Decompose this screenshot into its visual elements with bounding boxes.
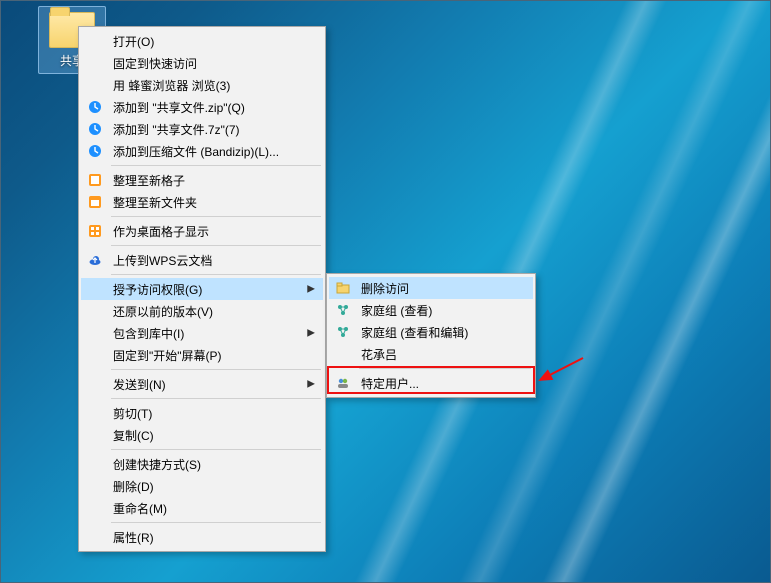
archive-icon xyxy=(87,143,103,159)
submenu-arrow-icon: ▶ xyxy=(307,328,315,339)
menu-grant-access[interactable]: 授予访问权限(G) ▶ xyxy=(81,278,323,300)
network-icon xyxy=(335,324,351,340)
menu-pin-quick-access[interactable]: 固定到快速访问 xyxy=(81,52,323,74)
menu-properties-label: 属性(R) xyxy=(113,529,154,546)
menu-add-zip[interactable]: 添加到 "共享文件.zip"(Q) xyxy=(81,96,323,118)
menu-tidy-folder[interactable]: 整理至新文件夹 xyxy=(81,191,323,213)
menu-restore-versions-label: 还原以前的版本(V) xyxy=(113,303,213,320)
menu-add-7z[interactable]: 添加到 "共享文件.7z"(7) xyxy=(81,118,323,140)
submenu-homegroup-edit-label: 家庭组 (查看和编辑) xyxy=(361,324,468,341)
context-menu: 打开(O) 固定到快速访问 用 蜂蜜浏览器 浏览(3) 添加到 "共享文件.zi… xyxy=(78,26,326,552)
network-icon xyxy=(335,302,351,318)
fences-icon xyxy=(87,172,103,188)
menu-show-as-grid[interactable]: 作为桌面格子显示 xyxy=(81,220,323,242)
menu-create-shortcut[interactable]: 创建快捷方式(S) xyxy=(81,453,323,475)
menu-add-7z-label: 添加到 "共享文件.7z"(7) xyxy=(113,121,240,138)
menu-pin-quick-access-label: 固定到快速访问 xyxy=(113,55,197,72)
menu-restore-versions[interactable]: 还原以前的版本(V) xyxy=(81,300,323,322)
menu-cut-label: 剪切(T) xyxy=(113,405,152,422)
menu-separator xyxy=(111,274,321,275)
menu-separator xyxy=(111,398,321,399)
fences-grid-icon xyxy=(87,223,103,239)
submenu-remove-access-label: 删除访问 xyxy=(361,280,409,297)
menu-delete-label: 删除(D) xyxy=(113,478,154,495)
submenu-homegroup-view-label: 家庭组 (查看) xyxy=(361,302,432,319)
submenu-homegroup-view[interactable]: 家庭组 (查看) xyxy=(329,299,533,321)
submenu-remove-access[interactable]: 删除访问 xyxy=(329,277,533,299)
menu-rename[interactable]: 重命名(M) xyxy=(81,497,323,519)
menu-separator xyxy=(359,368,531,369)
menu-separator xyxy=(111,522,321,523)
menu-delete[interactable]: 删除(D) xyxy=(81,475,323,497)
menu-add-bandizip-label: 添加到压缩文件 (Bandizip)(L)... xyxy=(113,143,279,160)
submenu-arrow-icon: ▶ xyxy=(307,379,315,390)
menu-separator xyxy=(111,245,321,246)
menu-tidy-grid[interactable]: 整理至新格子 xyxy=(81,169,323,191)
menu-tidy-folder-label: 整理至新文件夹 xyxy=(113,194,197,211)
share-folder-icon xyxy=(335,280,351,296)
menu-browse-with[interactable]: 用 蜂蜜浏览器 浏览(3) xyxy=(81,74,323,96)
submenu-specific-users-label: 特定用户... xyxy=(361,375,419,392)
menu-separator xyxy=(111,216,321,217)
menu-copy-label: 复制(C) xyxy=(113,427,154,444)
wps-cloud-icon xyxy=(87,252,103,268)
menu-open[interactable]: 打开(O) xyxy=(81,30,323,52)
menu-properties[interactable]: 属性(R) xyxy=(81,526,323,548)
menu-separator xyxy=(111,165,321,166)
menu-send-to[interactable]: 发送到(N) ▶ xyxy=(81,373,323,395)
submenu-user-huachenglv[interactable]: 花承吕 xyxy=(329,343,533,365)
archive-icon xyxy=(87,99,103,115)
grant-access-submenu: 删除访问 家庭组 (查看) 家庭组 (查看和编辑) 花承吕 特定用户... xyxy=(326,273,536,398)
fences-folder-icon xyxy=(87,194,103,210)
menu-include-in-library[interactable]: 包含到库中(I) ▶ xyxy=(81,322,323,344)
menu-tidy-grid-label: 整理至新格子 xyxy=(113,172,185,189)
menu-grant-access-label: 授予访问权限(G) xyxy=(113,281,202,298)
users-icon xyxy=(335,375,351,391)
submenu-homegroup-edit[interactable]: 家庭组 (查看和编辑) xyxy=(329,321,533,343)
submenu-arrow-icon: ▶ xyxy=(307,284,315,295)
menu-pin-start-label: 固定到"开始"屏幕(P) xyxy=(113,347,222,364)
menu-rename-label: 重命名(M) xyxy=(113,500,167,517)
menu-send-to-label: 发送到(N) xyxy=(113,376,166,393)
menu-copy[interactable]: 复制(C) xyxy=(81,424,323,446)
submenu-user-huachenglv-label: 花承吕 xyxy=(361,346,397,363)
menu-upload-wps-label: 上传到WPS云文档 xyxy=(113,252,212,269)
menu-cut[interactable]: 剪切(T) xyxy=(81,402,323,424)
menu-open-label: 打开(O) xyxy=(113,33,154,50)
menu-create-shortcut-label: 创建快捷方式(S) xyxy=(113,456,201,473)
menu-add-zip-label: 添加到 "共享文件.zip"(Q) xyxy=(113,99,245,116)
menu-browse-with-label: 用 蜂蜜浏览器 浏览(3) xyxy=(113,77,230,94)
menu-add-bandizip[interactable]: 添加到压缩文件 (Bandizip)(L)... xyxy=(81,140,323,162)
menu-upload-wps[interactable]: 上传到WPS云文档 xyxy=(81,249,323,271)
menu-show-as-grid-label: 作为桌面格子显示 xyxy=(113,223,209,240)
menu-pin-start[interactable]: 固定到"开始"屏幕(P) xyxy=(81,344,323,366)
menu-separator xyxy=(111,369,321,370)
menu-separator xyxy=(111,449,321,450)
archive-icon xyxy=(87,121,103,137)
submenu-specific-users[interactable]: 特定用户... xyxy=(329,372,533,394)
menu-include-in-library-label: 包含到库中(I) xyxy=(113,325,184,342)
